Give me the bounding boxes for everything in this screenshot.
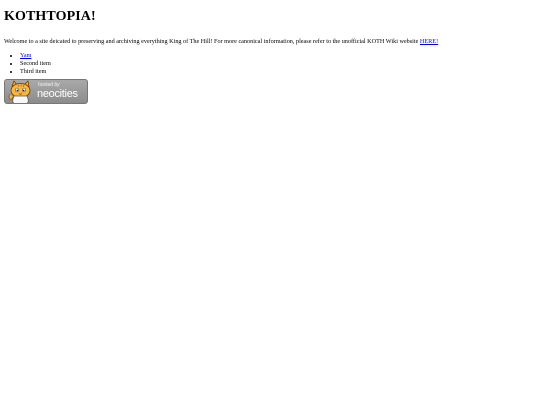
wiki-link[interactable]: HERE!	[420, 38, 438, 45]
page-title: KOTHTOPIA!	[4, 9, 96, 24]
intro-paragraph: Welcome to a site deicated to preserving…	[4, 38, 536, 46]
list-item-link-yam[interactable]: Yam	[20, 52, 31, 59]
intro-text: Welcome to a site deicated to preserving…	[4, 38, 420, 45]
item-list: Yam Second item Third item	[4, 52, 536, 76]
list-item: Second item	[20, 60, 536, 68]
page: KOTHTOPIA! Welcome to a site deicated to…	[0, 0, 540, 405]
list-item: Third item	[20, 68, 536, 76]
list-item: Yam	[20, 52, 536, 60]
hosted-by-neocities-badge[interactable]: hosted by neocities	[4, 79, 88, 104]
badge-brand-label: neocities	[37, 88, 78, 100]
neocities-cat-icon	[8, 80, 31, 103]
